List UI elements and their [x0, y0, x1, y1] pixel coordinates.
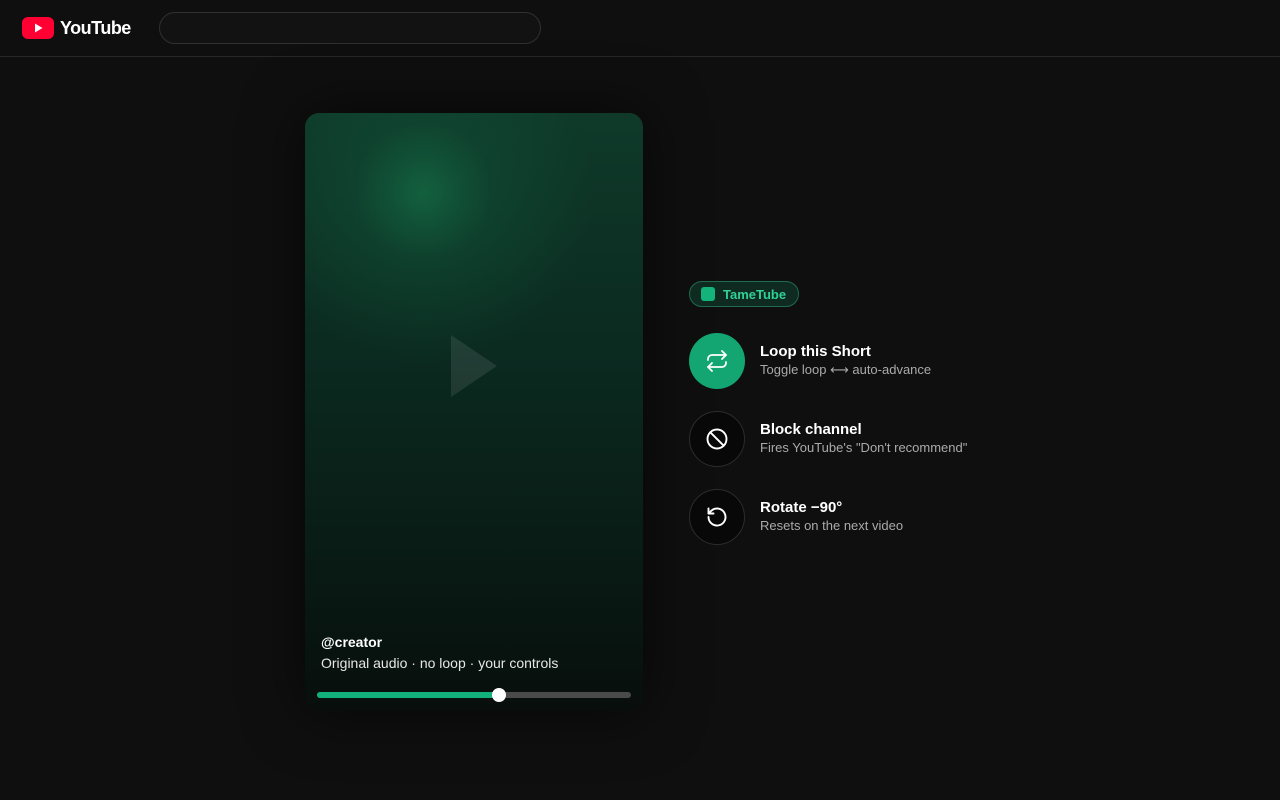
loop-icon	[707, 350, 727, 372]
loop-short-action[interactable]: Loop this Short Toggle loop ⟷ auto-advan…	[689, 333, 1049, 389]
video-caption: Original audio · no loop · your controls	[321, 655, 559, 671]
search-input[interactable]	[159, 12, 541, 44]
block-channel-action[interactable]: Block channel Fires YouTube's "Don't rec…	[689, 411, 1049, 467]
play-icon[interactable]	[451, 335, 497, 397]
action-title: Block channel	[760, 421, 862, 438]
tametube-badge: TameTube	[689, 281, 800, 307]
logo-text: YouTube	[60, 17, 131, 38]
shorts-player[interactable]: @creator Original audio · no loop · your…	[305, 113, 643, 711]
rotate-button[interactable]	[689, 489, 745, 545]
progress-bar[interactable]	[317, 688, 631, 702]
top-bar: YouTube	[0, 0, 1280, 57]
block-icon	[706, 428, 728, 450]
progress-fill	[317, 692, 500, 698]
action-subtitle: Resets on the next video	[760, 518, 904, 533]
loop-button[interactable]	[689, 333, 745, 389]
rotate-action[interactable]: Rotate −90° Resets on the next video	[689, 489, 1049, 545]
creator-handle[interactable]: @creator	[321, 634, 382, 650]
action-subtitle: Fires YouTube's "Don't recommend"	[760, 440, 968, 455]
block-channel-button[interactable]	[689, 411, 745, 467]
rotate-ccw-icon	[707, 507, 727, 527]
youtube-logo[interactable]: YouTube	[22, 16, 131, 40]
youtube-play-logo-icon	[22, 17, 54, 39]
action-title: Rotate −90°	[760, 499, 843, 516]
badge-label: TameTube	[723, 286, 787, 302]
tametube-logo-icon	[701, 287, 715, 301]
action-title: Loop this Short	[760, 343, 871, 360]
action-subtitle: Toggle loop ⟷ auto-advance	[760, 362, 932, 377]
progress-thumb[interactable]	[492, 688, 507, 702]
